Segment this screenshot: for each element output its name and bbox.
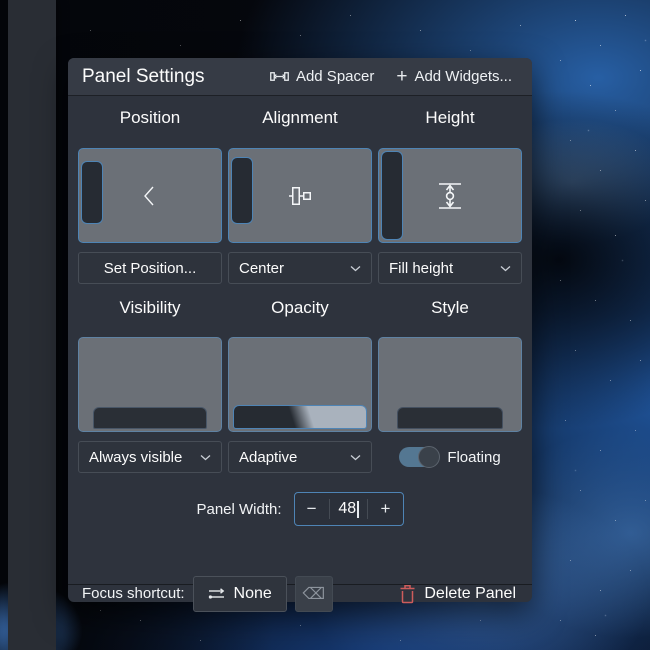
- dialog-footer: Focus shortcut: None ⌫: [68, 585, 532, 602]
- set-position-button[interactable]: Set Position...: [78, 252, 222, 284]
- panel-width-value-field[interactable]: 48: [330, 493, 368, 525]
- dialog-body: Position Alignment Height: [68, 96, 532, 602]
- position-section-label: Position: [78, 108, 222, 132]
- chevron-down-icon: [350, 454, 361, 461]
- increment-button[interactable]: +: [368, 493, 402, 525]
- clear-shortcut-button[interactable]: ⌫: [295, 576, 333, 612]
- height-section-label: Height: [378, 108, 522, 132]
- set-position-label: Set Position...: [104, 260, 197, 277]
- alignment-preview[interactable]: [228, 148, 372, 243]
- visibility-section-label: Visibility: [78, 298, 222, 322]
- opacity-dropdown[interactable]: Adaptive: [228, 441, 372, 473]
- opacity-panel-thumb: [233, 405, 367, 429]
- plus-icon: +: [396, 67, 407, 86]
- shortcut-config-icon: [208, 587, 225, 601]
- decrement-button[interactable]: −: [295, 493, 329, 525]
- opacity-preview[interactable]: [228, 337, 372, 432]
- chevron-down-icon: [500, 265, 511, 272]
- desktop: Panel Settings Add Spacer + Add Widgets.…: [0, 0, 650, 650]
- fit-height-icon: [379, 149, 521, 242]
- floating-row: Floating: [378, 441, 522, 473]
- visibility-panel-thumb: [93, 407, 207, 429]
- toggle-knob-icon: [418, 446, 440, 468]
- alignment-value: Center: [239, 260, 284, 277]
- opacity-value: Adaptive: [239, 449, 297, 466]
- backspace-icon: ⌫: [302, 584, 325, 604]
- add-spacer-label: Add Spacer: [296, 68, 374, 85]
- add-widgets-button[interactable]: + Add Widgets...: [390, 63, 518, 90]
- chevron-down-icon: [200, 454, 211, 461]
- floating-label: Floating: [447, 449, 500, 466]
- style-panel-thumb: [397, 407, 503, 429]
- delete-panel-label: Delete Panel: [424, 585, 516, 603]
- trash-icon: [399, 584, 416, 604]
- shortcut-value: None: [234, 585, 272, 603]
- floating-toggle[interactable]: [399, 447, 439, 467]
- visibility-value: Always visible: [89, 449, 182, 466]
- add-widgets-label: Add Widgets...: [414, 68, 512, 85]
- style-preview[interactable]: [378, 337, 522, 432]
- visibility-preview[interactable]: [78, 337, 222, 432]
- style-section-label: Style: [378, 298, 522, 322]
- add-spacer-button[interactable]: Add Spacer: [264, 64, 380, 89]
- panel-width-row: Panel Width: − 48 +: [68, 492, 532, 526]
- position-preview[interactable]: [78, 148, 222, 243]
- alignment-section-label: Alignment: [228, 108, 372, 132]
- spacer-icon: [270, 70, 289, 83]
- height-preview[interactable]: [378, 148, 522, 243]
- dialog-title: Panel Settings: [82, 66, 205, 88]
- text-cursor: [357, 501, 359, 518]
- height-dropdown[interactable]: Fill height: [378, 252, 522, 284]
- panel-width-value: 48: [338, 500, 356, 518]
- opacity-section-label: Opacity: [228, 298, 372, 322]
- focus-shortcut-label: Focus shortcut:: [82, 585, 185, 602]
- align-center-icon: [229, 149, 371, 242]
- panel-width-label: Panel Width:: [196, 501, 281, 518]
- shortcut-button[interactable]: None: [193, 576, 287, 612]
- visibility-dropdown[interactable]: Always visible: [78, 441, 222, 473]
- panel-settings-dialog: Panel Settings Add Spacer + Add Widgets.…: [68, 58, 532, 602]
- position-left-icon: [79, 149, 221, 242]
- panel-width-spinbox: − 48 +: [294, 492, 404, 526]
- alignment-dropdown[interactable]: Center: [228, 252, 372, 284]
- height-value: Fill height: [389, 260, 453, 277]
- chevron-down-icon: [350, 265, 361, 272]
- dialog-header: Panel Settings Add Spacer + Add Widgets.…: [68, 58, 532, 96]
- plasma-panel[interactable]: [8, 0, 56, 650]
- delete-panel-button[interactable]: Delete Panel: [397, 580, 518, 608]
